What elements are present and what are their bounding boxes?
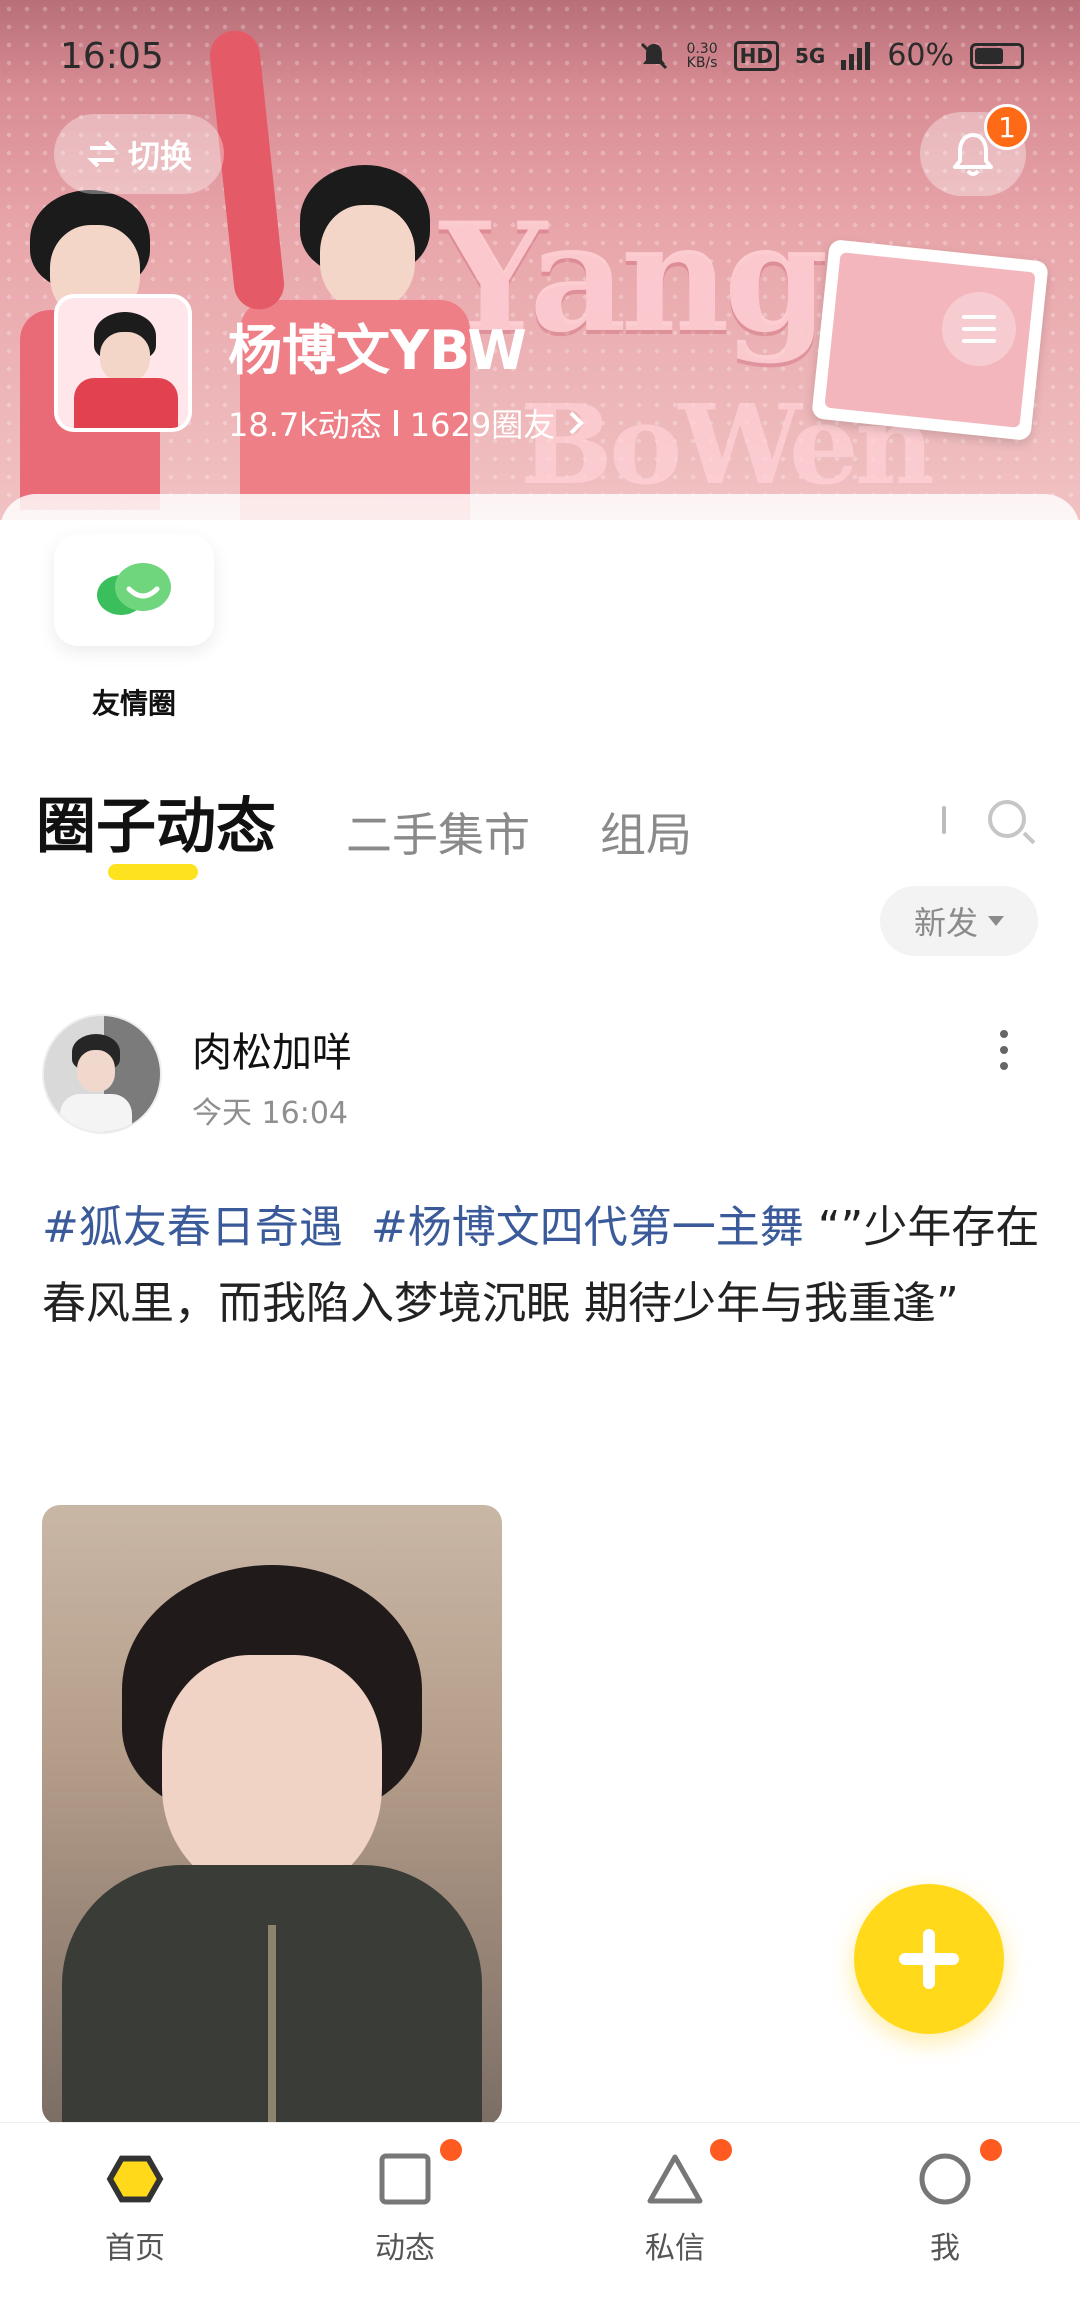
sort-dropdown[interactable]: 新发 (880, 886, 1038, 956)
tab-group-event[interactable]: 组局 (600, 799, 692, 865)
signal-icon (841, 41, 871, 70)
battery-icon (970, 42, 1024, 69)
notification-badge: 1 (984, 104, 1030, 150)
nav-me-badge (980, 2139, 1002, 2161)
triangle-icon (645, 2149, 705, 2209)
chat-bubble-icon (97, 563, 171, 615)
bottom-navigation: 首页 动态 私信 我 (0, 2122, 1080, 2300)
post-avatar-face (77, 1050, 115, 1092)
battery-percent: 60% (887, 38, 954, 73)
circle-stats[interactable]: 18.7k动态 1629圈友 (228, 400, 585, 446)
status-time: 16:05 (60, 36, 164, 77)
menu-line-icon (962, 339, 996, 343)
search-icon[interactable] (988, 800, 1026, 838)
posts-count: 18.7k动态 (228, 406, 382, 444)
post-avatar-body (60, 1094, 132, 1132)
net-speed: 0.30 KB/s (686, 42, 717, 70)
tab-circle-feed[interactable]: 圈子动态 (36, 778, 276, 865)
circle-icon (915, 2149, 975, 2209)
net-speed-unit: KB/s (686, 54, 718, 71)
post-author-name[interactable]: 肉松加咩 (192, 1020, 352, 1078)
plus-icon-vertical (923, 1929, 935, 1989)
nav-feed-label: 动态 (375, 2231, 435, 2266)
nav-messages-label: 私信 (645, 2231, 705, 2266)
post-more-button[interactable] (1000, 1030, 1008, 1070)
circle-menu-button[interactable] (942, 292, 1016, 366)
more-dot-icon (1000, 1062, 1008, 1070)
switch-circle-button[interactable]: 切换 (54, 114, 224, 194)
switch-label: 切换 (127, 137, 192, 175)
status-bar: 16:05 0.30 KB/s HD 5G 60% (0, 0, 1080, 120)
mute-icon (641, 42, 668, 69)
swap-arrows-icon (87, 140, 117, 168)
menu-line-icon (962, 327, 996, 331)
tab-divider (942, 806, 946, 834)
stats-separator (393, 410, 398, 436)
post-hashtag[interactable]: #杨博文四代第一主舞 (371, 1202, 804, 1253)
post-body: #狐友春日奇遇 #杨博文四代第一主舞 “”少年存在春风里，而我陷入梦境沉眠 期待… (42, 1190, 1042, 1342)
home-hexagon-icon (105, 2149, 165, 2209)
more-dot-icon (1000, 1046, 1008, 1054)
circle-title: 杨博文YBW (228, 319, 527, 382)
sort-label: 新发 (913, 904, 978, 942)
nav-me[interactable]: 我 (810, 2123, 1080, 2300)
menu-line-icon (962, 315, 996, 319)
more-dot-icon (1000, 1030, 1008, 1038)
nav-feed[interactable]: 动态 (270, 2123, 540, 2300)
net-speed-value: 0.30 (686, 40, 718, 57)
square-icon (375, 2149, 435, 2209)
nav-home-label: 首页 (105, 2231, 165, 2266)
caret-down-icon (988, 916, 1004, 926)
create-post-button[interactable] (854, 1884, 1004, 2034)
status-icons: 0.30 KB/s HD 5G 60% (638, 38, 1024, 73)
tab-second-hand[interactable]: 二手集市 (346, 799, 530, 865)
banner-figure-center-face (320, 205, 415, 310)
hd-icon: HD (733, 40, 779, 71)
post-timestamp: 今天 16:04 (192, 1096, 348, 1131)
nav-messages[interactable]: 私信 (540, 2123, 810, 2300)
post-image-zipper (268, 1925, 276, 2125)
nav-messages-badge (710, 2139, 732, 2161)
nav-home[interactable]: 首页 (0, 2123, 270, 2300)
circle-avatar-face (100, 332, 150, 382)
content-tabs: 圈子动态 二手集市 组局 (36, 778, 692, 865)
active-tab-indicator (108, 864, 198, 880)
post-image[interactable] (42, 1505, 502, 2125)
chevron-right-icon (569, 411, 585, 435)
nav-me-label: 我 (930, 2231, 960, 2266)
post-image-face (162, 1655, 382, 1895)
nav-feed-badge (440, 2139, 462, 2161)
members-count: 1629圈友 (409, 406, 556, 444)
circle-avatar-body (74, 378, 178, 428)
circle-avatar[interactable] (54, 294, 192, 432)
post-hashtag[interactable]: #狐友春日奇遇 (42, 1202, 343, 1253)
network-5g-icon: 5G (794, 43, 826, 68)
friend-circle-entry[interactable] (54, 534, 214, 646)
friend-circle-label: 友情圈 (91, 687, 176, 720)
post-author-avatar[interactable] (42, 1014, 162, 1134)
